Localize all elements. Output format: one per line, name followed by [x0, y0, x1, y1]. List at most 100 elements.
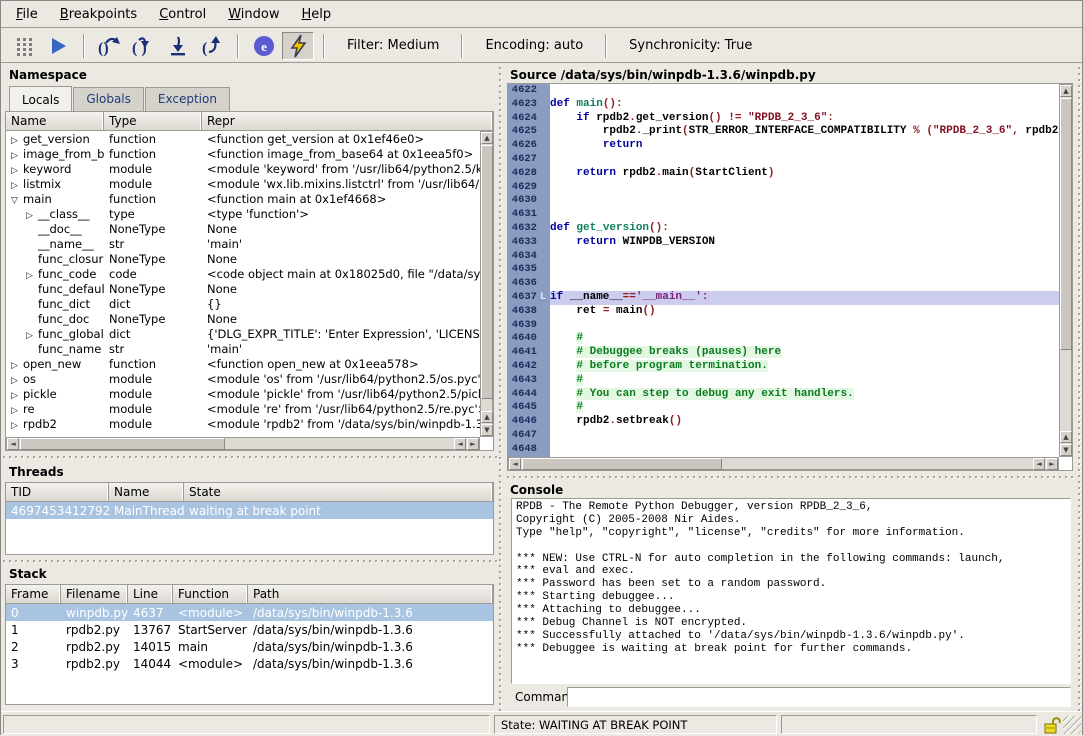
source-line[interactable]	[550, 208, 1059, 222]
expand-icon[interactable]: ▷	[11, 391, 23, 401]
expand-icon[interactable]: ▷	[11, 151, 23, 161]
gutter-line[interactable]: 4629	[508, 181, 550, 195]
gutter-line[interactable]: 4626	[508, 139, 550, 153]
gutter-line[interactable]: 4624	[508, 112, 550, 126]
source-line[interactable]	[550, 84, 1059, 98]
source-line[interactable]: ret = main()	[550, 305, 1059, 319]
gutter-line[interactable]: 4633	[508, 236, 550, 250]
column-header-frame[interactable]: Frame	[6, 585, 61, 603]
gutter-line[interactable]: 4637L	[508, 291, 550, 305]
source-line[interactable]: # Debuggee breaks (pauses) here	[550, 346, 1059, 360]
namespace-row[interactable]: func_namestr'main'	[6, 341, 480, 356]
scroll-left-button[interactable]: ◄	[7, 438, 19, 450]
source-line[interactable]: #	[550, 374, 1059, 388]
current-source-line[interactable]: if __name__=='__main__':	[550, 291, 1059, 305]
source-line[interactable]	[550, 181, 1059, 195]
namespace-row[interactable]: ▷picklemodule<module 'pickle' from '/usr…	[6, 386, 480, 401]
namespace-row[interactable]: ▷listmixmodule<module 'wx.lib.mixins.lis…	[6, 176, 480, 191]
gutter-line[interactable]: 4632	[508, 222, 550, 236]
source-line[interactable]	[550, 153, 1059, 167]
gutter-line[interactable]: 4636	[508, 277, 550, 291]
menu-item-window[interactable]: Window	[217, 3, 290, 26]
source-code[interactable]: def main(): if rpdb2.get_version() != "R…	[550, 84, 1059, 457]
source-hscrollbar[interactable]: ◄ ◄ ►	[508, 457, 1059, 470]
scroll-right-button[interactable]: ►	[1046, 458, 1058, 470]
stack-frame-row[interactable]: 2rpdb2.py14015main/data/sys/bin/winpdb-1…	[6, 638, 493, 655]
vscroll-thumb[interactable]	[481, 145, 493, 399]
gutter-line[interactable]: 4628	[508, 167, 550, 181]
expand-icon[interactable]: ▷	[26, 271, 38, 281]
expand-icon[interactable]: ▷	[11, 166, 23, 176]
namespace-threads-splitter[interactable]	[1, 453, 498, 461]
column-header-path[interactable]: Path	[248, 585, 493, 603]
namespace-hscrollbar[interactable]: ◄ ◄ ►	[6, 437, 480, 450]
scroll-up-button[interactable]: ▲	[481, 411, 493, 423]
namespace-row[interactable]: ▷keywordmodule<module 'keyword' from '/u…	[6, 161, 480, 176]
source-line[interactable]: return WINPDB_VERSION	[550, 236, 1059, 250]
gutter-line[interactable]: 4634	[508, 250, 550, 264]
column-header-function[interactable]: Function	[173, 585, 248, 603]
source-line[interactable]: # before program termination.	[550, 360, 1059, 374]
namespace-vscrollbar[interactable]: ▲ ▲ ▼	[480, 131, 493, 437]
step-into-button[interactable]: ( )	[128, 32, 160, 60]
gutter-line[interactable]: 4644	[508, 388, 550, 402]
synchronicity-label[interactable]: Synchronicity: True	[615, 38, 766, 53]
gutter-line[interactable]: 4643	[508, 374, 550, 388]
synchronicity-button[interactable]	[282, 32, 314, 60]
namespace-row[interactable]: __doc__NoneTypeNone	[6, 221, 480, 236]
gutter-line[interactable]: 4625	[508, 125, 550, 139]
gutter-line[interactable]: 4631	[508, 208, 550, 222]
source-line[interactable]: #	[550, 332, 1059, 346]
collapse-icon[interactable]: ▽	[11, 196, 23, 206]
gutter-line[interactable]: 4638	[508, 305, 550, 319]
gutter-line[interactable]: 4646	[508, 415, 550, 429]
namespace-row[interactable]: func_defaulNoneTypeNone	[6, 281, 480, 296]
namespace-row[interactable]: func_dictdict{}	[6, 296, 480, 311]
goto-button[interactable]: (	[196, 32, 228, 60]
source-line[interactable]	[550, 263, 1059, 277]
stack-frame-row[interactable]: 0winpdb.py4637<module>/data/sys/bin/winp…	[6, 604, 493, 621]
gutter-line[interactable]: 4647	[508, 429, 550, 443]
scroll-up-button[interactable]: ▲	[1060, 85, 1072, 97]
expand-icon[interactable]: ▷	[11, 406, 23, 416]
column-header-filename[interactable]: Filename	[61, 585, 128, 603]
stack-frame-row[interactable]: 1rpdb2.py13767StartServer/data/sys/bin/w…	[6, 621, 493, 638]
source-line[interactable]	[550, 443, 1059, 457]
expand-icon[interactable]: ▷	[11, 361, 23, 371]
filter-label[interactable]: Filter: Medium	[333, 38, 453, 53]
source-line[interactable]: # You can step to debug any exit handler…	[550, 388, 1059, 402]
source-console-splitter[interactable]	[505, 473, 1076, 481]
expand-icon[interactable]: ▷	[11, 376, 23, 386]
expand-icon[interactable]: ▷	[11, 421, 23, 431]
gutter-line[interactable]: 4630	[508, 194, 550, 208]
tab-globals[interactable]: Globals	[73, 87, 144, 111]
menu-item-help[interactable]: Help	[290, 3, 342, 26]
namespace-row[interactable]: __name__str'main'	[6, 236, 480, 251]
gutter-line[interactable]: 4645	[508, 401, 550, 415]
namespace-row[interactable]: ▷osmodule<module 'os' from '/usr/lib64/p…	[6, 371, 480, 386]
gutter-line[interactable]: 4642	[508, 360, 550, 374]
namespace-row[interactable]: ▷rpdb2module<module 'rpdb2' from '/data/…	[6, 416, 480, 431]
command-input[interactable]	[567, 687, 1071, 707]
source-line[interactable]: def get_version():	[550, 222, 1059, 236]
source-gutter[interactable]: 4622462346244625462646274628462946304631…	[508, 84, 550, 457]
source-line[interactable]: if rpdb2.get_version() != "RPDB_2_3_6":	[550, 112, 1059, 126]
scroll-up-button[interactable]: ▲	[481, 132, 493, 144]
tab-locals[interactable]: Locals	[9, 86, 72, 112]
gutter-line[interactable]: 4641	[508, 346, 550, 360]
namespace-row[interactable]: ▽mainfunction<function main at 0x1ef4668…	[6, 191, 480, 206]
namespace-row[interactable]: ▷__class__type<type 'function'>	[6, 206, 480, 221]
source-line[interactable]: return rpdb2.main(StartClient)	[550, 167, 1059, 181]
gutter-line[interactable]: 4623	[508, 98, 550, 112]
gutter-line[interactable]: 4627	[508, 153, 550, 167]
gutter-line[interactable]: 4622	[508, 84, 550, 98]
column-header-name[interactable]: Name	[6, 112, 104, 130]
scroll-down-button[interactable]: ▼	[481, 424, 493, 436]
namespace-row[interactable]: ▷image_from_bfunction<function image_fro…	[6, 146, 480, 161]
next-button[interactable]: ()	[94, 32, 126, 60]
expand-icon[interactable]: ▷	[11, 136, 23, 146]
source-line[interactable]	[550, 277, 1059, 291]
expand-icon[interactable]: ▷	[26, 211, 38, 221]
scroll-right-button[interactable]: ►	[467, 438, 479, 450]
source-line[interactable]	[550, 250, 1059, 264]
